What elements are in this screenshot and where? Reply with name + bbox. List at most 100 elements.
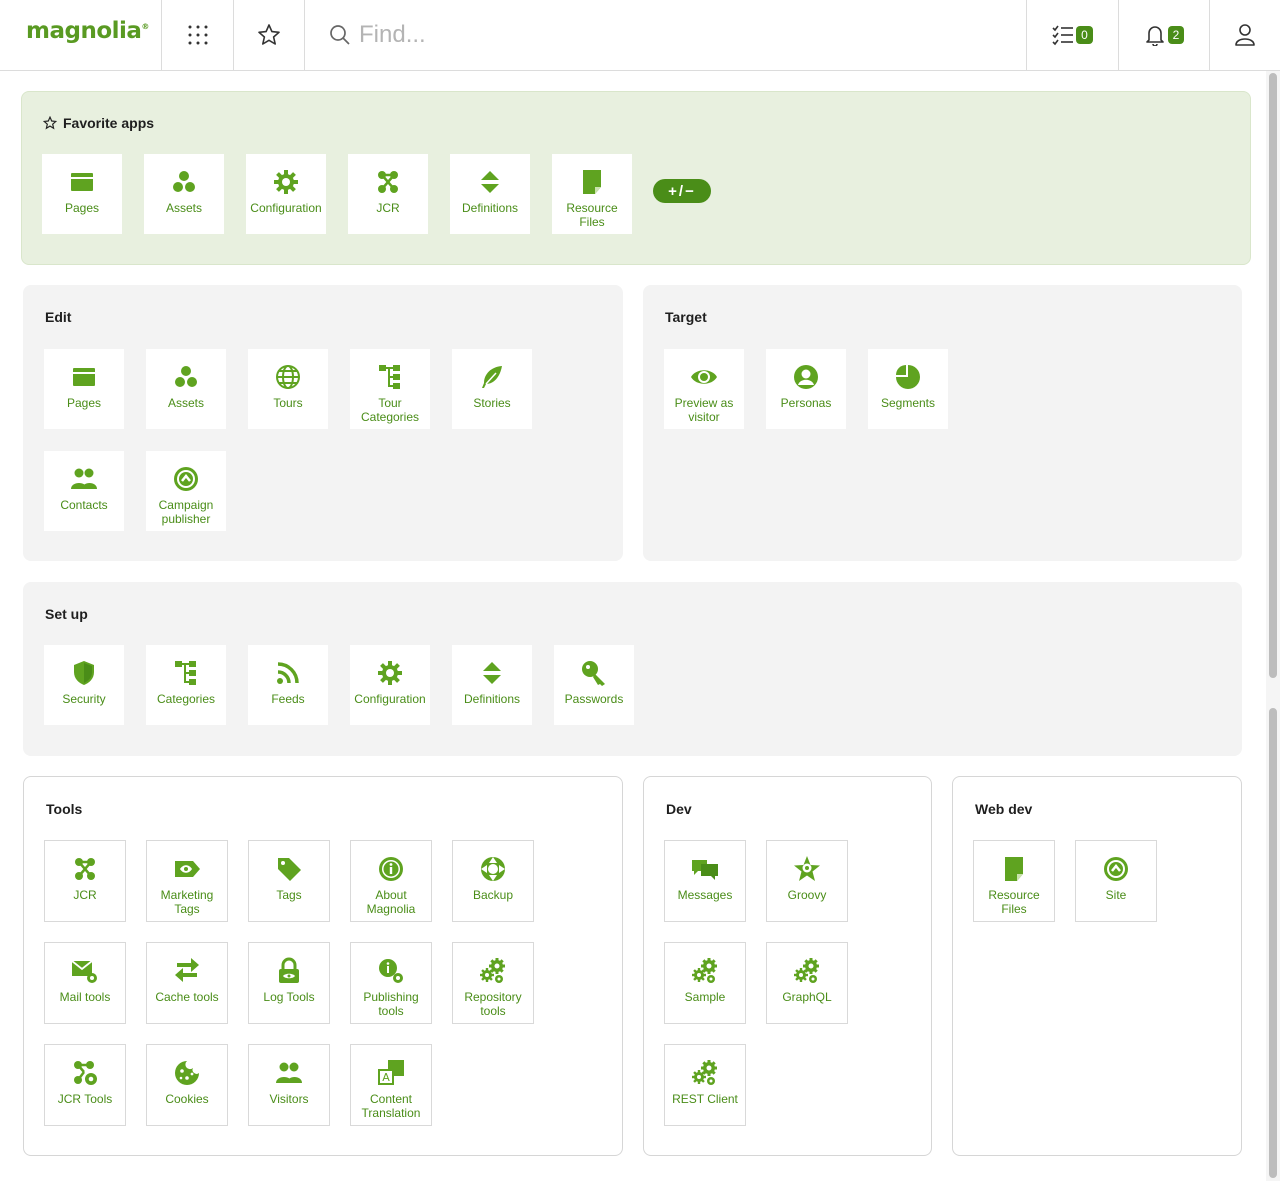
site-icon [1102,855,1130,883]
tree-icon [376,363,404,391]
favorites-button[interactable] [233,0,304,70]
dev-group-title: Dev [666,801,692,817]
app-marketing-tags[interactable]: Marketing Tags [146,840,228,922]
app-label: About Magnolia [366,888,416,916]
app-campaign-publisher[interactable]: Campaign publisher [146,451,226,531]
app-tags[interactable]: Tags [248,840,330,922]
publishing-tools-icon [377,957,405,985]
fav-app-definitions[interactable]: Definitions [450,154,530,234]
app-cookies[interactable]: Cookies [146,1044,228,1126]
gears-icon [691,957,719,985]
gears-icon [479,957,507,985]
app-repository-tools[interactable]: Repository tools [452,942,534,1024]
magnolia-logo[interactable]: magnolia® [26,18,149,52]
pie-chart-icon [894,363,922,391]
app-tours[interactable]: Tours [248,349,328,429]
configuration-icon [272,168,300,196]
notifications-button[interactable]: 2 [1118,0,1209,70]
groovy-star-icon [793,855,821,883]
tasks-button[interactable]: 0 [1026,0,1118,70]
fav-app-jcr[interactable]: JCR [348,154,428,234]
fav-app-resource-files[interactable]: Resource Files [552,154,632,234]
setup-group-title: Set up [45,606,88,622]
jcr-icon [71,855,99,883]
app-label: Mail tools [59,990,111,1004]
app-pages[interactable]: Pages [44,349,124,429]
app-label: Categories [156,692,216,706]
definitions-icon [478,659,506,687]
app-cache-tools[interactable]: Cache tools [146,942,228,1024]
app-site[interactable]: Site [1075,840,1157,922]
app-label: Cookies [165,1092,209,1106]
messages-icon [691,855,719,883]
app-feeds[interactable]: Feeds [248,645,328,725]
app-about-magnolia[interactable]: About Magnolia [350,840,432,922]
app-label: JCR [73,888,97,902]
app-label: Pages [66,396,102,410]
edit-favorites-button[interactable]: +/− [653,179,711,203]
app-resource-files[interactable]: Resource Files [973,840,1055,922]
app-log-tools[interactable]: Log Tools [248,942,330,1024]
scrollbar-thumb[interactable] [1269,73,1277,678]
fav-app-assets[interactable]: Assets [144,154,224,234]
app-label: Definitions [461,201,519,215]
app-passwords[interactable]: Passwords [554,645,634,725]
app-visitors[interactable]: Visitors [248,1044,330,1126]
app-stories[interactable]: Stories [452,349,532,429]
app-messages[interactable]: Messages [664,840,746,922]
app-label: Personas [780,396,832,410]
app-label: Groovy [787,888,827,902]
app-personas[interactable]: Personas [766,349,846,429]
app-rest-client[interactable]: REST Client [664,1044,746,1126]
info-icon [377,855,405,883]
app-label: Pages [64,201,100,215]
app-label: Marketing Tags [160,888,214,916]
fav-app-pages[interactable]: Pages [42,154,122,234]
app-publishing-tools[interactable]: Publishing tools [350,942,432,1024]
cookie-icon [173,1059,201,1087]
app-content-translation[interactable]: Content Translation [350,1044,432,1126]
marketing-tag-icon [173,855,201,883]
app-preview-as-visitor[interactable]: Preview as visitor [664,349,744,429]
app-configuration[interactable]: Configuration [350,645,430,725]
app-sample[interactable]: Sample [664,942,746,1024]
app-segments[interactable]: Segments [868,349,948,429]
app-label: Sample [684,990,726,1004]
app-label: Configuration [250,201,322,215]
pages-icon [68,168,96,196]
app-definitions[interactable]: Definitions [452,645,532,725]
shield-icon [70,659,98,687]
app-label: JCR [376,201,400,215]
app-contacts[interactable]: Contacts [44,451,124,531]
app-assets[interactable]: Assets [146,349,226,429]
tools-group-title: Tools [46,801,83,817]
app-label: GraphQL [782,990,832,1004]
edit-group-title: Edit [45,309,72,325]
scrollbar-thumb-lower[interactable] [1269,708,1277,1178]
app-mail-tools[interactable]: Mail tools [44,942,126,1024]
app-categories[interactable]: Categories [146,645,226,725]
app-tour-categories[interactable]: Tour Categories [350,349,430,429]
app-graphql[interactable]: GraphQL [766,942,848,1024]
fav-app-configuration[interactable]: Configuration [246,154,326,234]
app-label: Stories [473,396,511,410]
resource-files-icon [1000,855,1028,883]
app-label: JCR Tools [57,1092,113,1106]
app-label: Preview as visitor [674,396,734,424]
app-launcher-button[interactable] [161,0,233,70]
app-security[interactable]: Security [44,645,124,725]
grid-icon [188,25,207,45]
persona-icon [792,363,820,391]
user-menu-button[interactable] [1209,0,1280,70]
app-label: Definitions [463,692,521,706]
app-label: Tags [276,888,302,902]
search-input[interactable] [359,21,959,49]
app-groovy[interactable]: Groovy [766,840,848,922]
app-backup[interactable]: Backup [452,840,534,922]
pages-icon [70,363,98,391]
dev-group-panel: Dev Messages Groovy Sample GraphQL REST … [643,776,932,1156]
target-group-title: Target [665,309,707,325]
search-bar[interactable] [304,0,1026,70]
app-jcr[interactable]: JCR [44,840,126,922]
app-jcr-tools[interactable]: JCR Tools [44,1044,126,1126]
